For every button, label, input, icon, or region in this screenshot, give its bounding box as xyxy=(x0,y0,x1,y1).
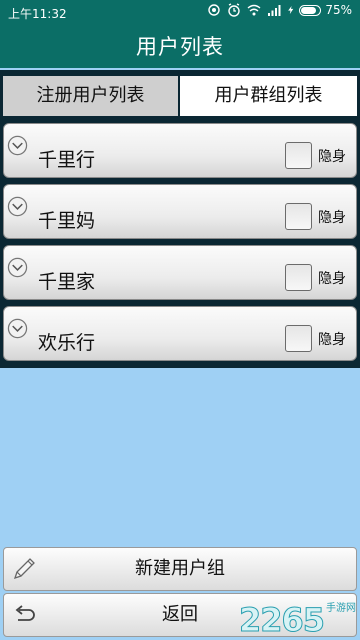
hide-checkbox[interactable] xyxy=(285,142,312,169)
battery-icon xyxy=(299,4,322,16)
tab-user-groups[interactable]: 用户群组列表 xyxy=(180,76,357,116)
battery-level xyxy=(301,6,317,14)
watermark-sub: 手游网 xyxy=(326,603,356,614)
group-name: 千里行 xyxy=(38,149,96,171)
charging-icon xyxy=(288,6,294,14)
group-row[interactable]: 千里家 隐身 xyxy=(3,245,357,300)
hide-label: 隐身 xyxy=(318,210,346,226)
status-time: 上午11:32 xyxy=(8,7,67,21)
wifi-icon xyxy=(247,4,261,16)
hide-label: 隐身 xyxy=(318,332,346,348)
tab-registered-users[interactable]: 注册用户列表 xyxy=(3,76,178,116)
new-group-label: 新建用户组 xyxy=(135,558,225,579)
hide-label: 隐身 xyxy=(318,271,346,287)
chevron-down-icon[interactable] xyxy=(7,318,28,339)
chevron-down-icon[interactable] xyxy=(7,135,28,156)
status-icons: 75% xyxy=(207,3,352,17)
signal-icon xyxy=(268,5,281,16)
group-name: 千里家 xyxy=(38,271,96,293)
group-name: 欢乐行 xyxy=(38,332,96,354)
hide-checkbox[interactable] xyxy=(285,264,312,291)
group-row[interactable]: 欢乐行 隐身 xyxy=(3,306,357,361)
tab-bar: 注册用户列表 用户群组列表 xyxy=(0,70,360,120)
watermark-logo: 2265 手游网 xyxy=(238,600,356,639)
hide-label: 隐身 xyxy=(318,149,346,165)
hide-checkbox[interactable] xyxy=(285,325,312,352)
battery-percent: 75% xyxy=(325,3,352,17)
alarm-icon xyxy=(228,3,241,17)
new-group-button[interactable]: 新建用户组 xyxy=(3,547,357,591)
chevron-down-icon[interactable] xyxy=(7,257,28,278)
group-name: 千里妈 xyxy=(38,210,96,232)
sync-icon xyxy=(208,4,221,16)
watermark-number: 2265 xyxy=(238,601,325,639)
hide-checkbox[interactable] xyxy=(285,203,312,230)
group-row[interactable]: 千里行 隐身 xyxy=(3,123,357,178)
group-row[interactable]: 千里妈 隐身 xyxy=(3,184,357,239)
chevron-down-icon[interactable] xyxy=(7,196,28,217)
page-title: 用户列表 xyxy=(0,26,360,68)
battery-indicator: 75% xyxy=(287,3,352,17)
status-bar: 上午11:32 75% xyxy=(0,0,360,26)
group-list: 千里行 隐身 千里妈 隐身 千里家 隐身 欢乐行 隐身 xyxy=(0,120,360,368)
